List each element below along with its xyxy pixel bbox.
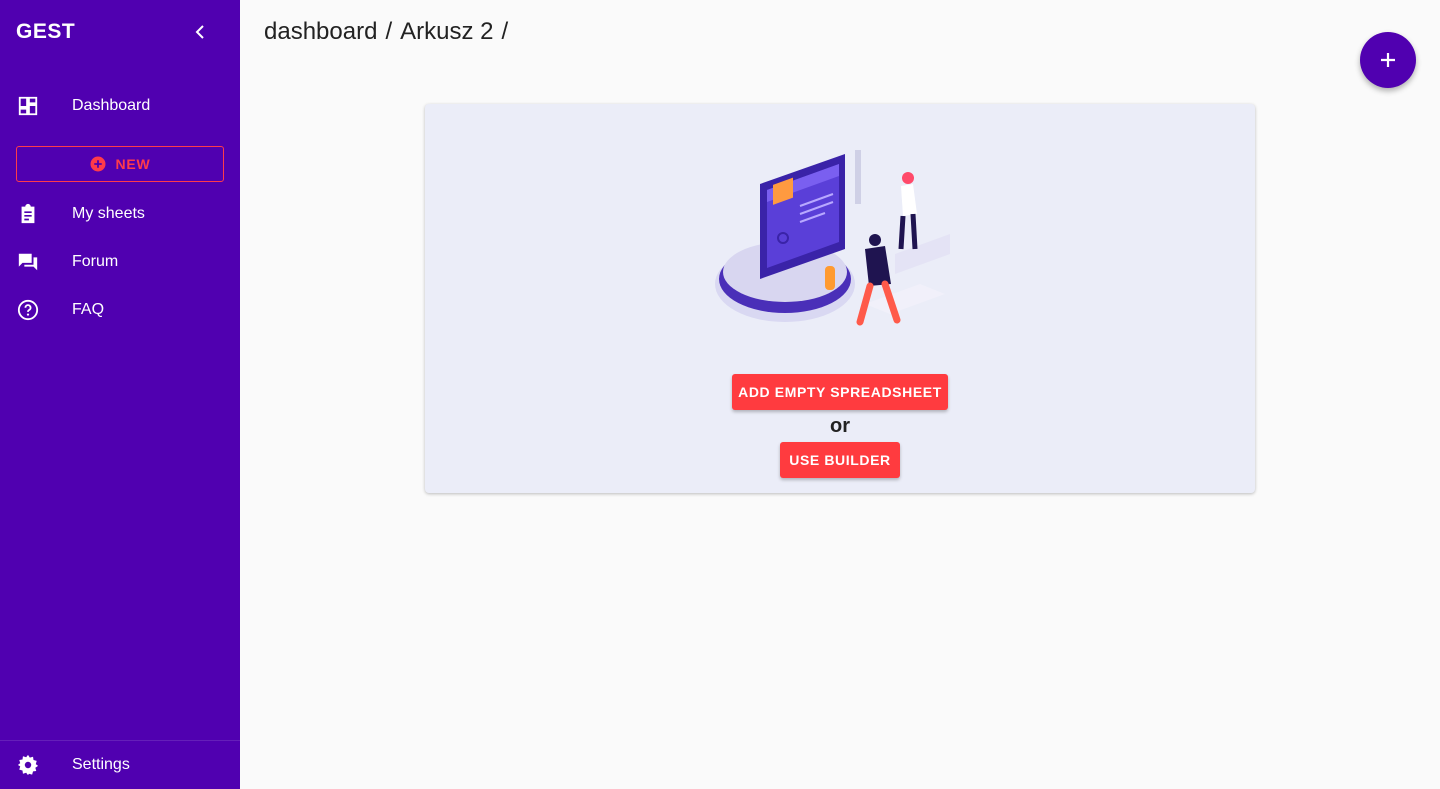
forum-icon [16,250,40,274]
add-fab-button[interactable] [1360,32,1416,88]
breadcrumb-separator: / [385,18,393,45]
sidebar-item-label: Dashboard [72,97,151,114]
dashboard-icon [16,94,40,118]
sidebar-item-forum[interactable]: Forum [0,238,240,286]
sidebar-item-label: My sheets [72,205,145,222]
plus-circle-icon [90,156,106,172]
help-circle-icon [16,298,40,322]
breadcrumb-dashboard[interactable]: dashboard [264,18,377,46]
collapse-sidebar-button[interactable] [188,20,212,44]
sidebar-item-label: FAQ [72,301,105,318]
sidebar-item-label: Forum [72,253,119,270]
gear-icon [16,753,40,777]
add-empty-spreadsheet-button[interactable]: ADD EMPTY SPREADSHEET [732,374,948,410]
brand-logo: GEST [16,20,76,43]
sidebar-item-settings[interactable]: Settings [0,741,240,789]
chevron-left-icon [195,25,204,39]
sidebar-item-my-sheets[interactable]: My sheets [0,190,240,238]
sidebar: GEST Dashboard NEW My sheets Forum FAQ S… [0,0,240,789]
breadcrumb-separator: / [501,18,509,45]
sidebar-item-dashboard[interactable]: Dashboard [0,82,240,130]
plus-icon [1381,53,1395,67]
clipboard-icon [16,202,40,226]
use-builder-button[interactable]: USE BUILDER [780,442,900,478]
breadcrumb-sheet[interactable]: Arkusz 2 [400,18,493,46]
breadcrumb: dashboard / Arkusz 2 / [264,18,508,46]
sidebar-item-label: Settings [72,756,130,773]
new-button[interactable]: NEW [16,146,224,182]
sidebar-item-faq[interactable]: FAQ [0,286,240,334]
empty-sheet-card: ADD EMPTY SPREADSHEET or USE BUILDER [425,104,1255,493]
or-separator: or [830,415,850,437]
new-button-label: NEW [115,156,151,172]
empty-state-illustration [715,150,950,326]
